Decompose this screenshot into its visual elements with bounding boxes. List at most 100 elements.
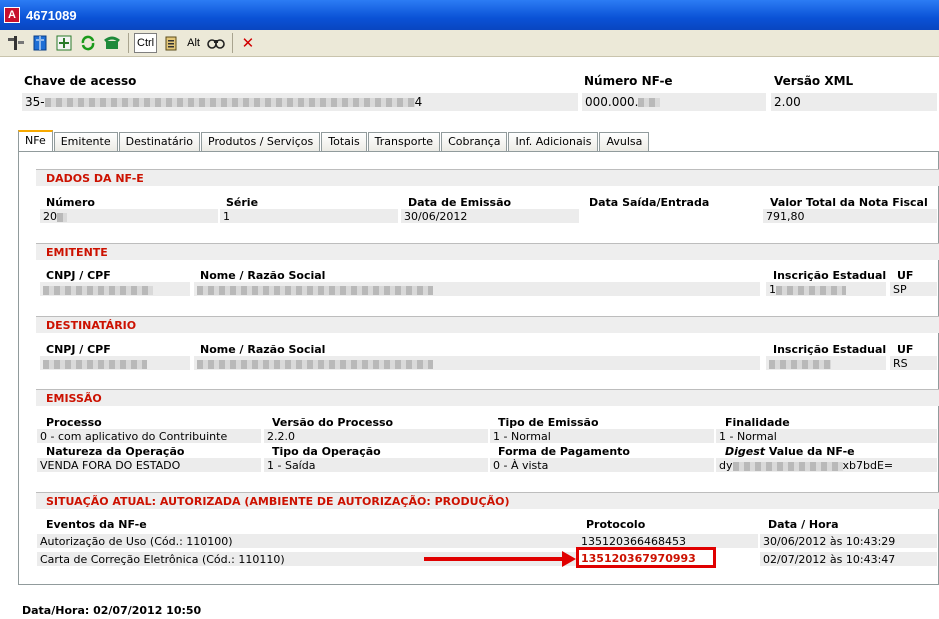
tab-totais[interactable]: Totais — [321, 132, 367, 151]
destinatario-ie-field — [766, 356, 886, 370]
tipo-operacao-field: 1 - Saída — [264, 458, 488, 472]
protocolo-header: Protocolo — [586, 518, 646, 531]
app-icon: A — [4, 7, 20, 23]
redacted-block — [44, 98, 415, 107]
section-emitente-header: EMITENTE — [36, 243, 939, 260]
destinatario-cnpj-label: CNPJ / CPF — [46, 343, 111, 356]
numero-nfe-label: Número NF-e — [584, 74, 673, 88]
emitente-cnpj-field — [40, 282, 190, 296]
processo-field: 0 - com aplicativo do Contribuinte — [37, 429, 261, 443]
evento-row-1-datahora: 30/06/2012 às 10:43:29 — [760, 534, 937, 548]
redacted-block — [57, 212, 67, 222]
section-emissao-header: EMISSÃO — [36, 389, 939, 406]
tab-avulsa[interactable]: Avulsa — [599, 132, 650, 151]
destinatario-ie-label: Inscrição Estadual — [773, 343, 887, 356]
section-situacao-header: SITUAÇÃO ATUAL: AUTORIZADA (AMBIENTE DE … — [36, 492, 939, 509]
versao-processo-label: Versão do Processo — [272, 416, 394, 429]
eventos-header: Eventos da NF-e — [46, 518, 147, 531]
data-emissao-label: Data de Emissão — [408, 196, 512, 209]
emitente-ie-field: 1 — [766, 282, 886, 296]
digest-value-label: Digest Value da NF-e — [725, 445, 855, 458]
emitente-nome-label: Nome / Razão Social — [200, 269, 326, 282]
annotation-arrow-line — [424, 557, 564, 561]
data-saida-field — [582, 209, 760, 223]
evento-row-1-name: Autorização de Uso (Cód.: 110100) — [37, 534, 578, 548]
data-saida-label: Data Saída/Entrada — [589, 196, 710, 209]
tipo-emissao-label: Tipo de Emissão — [498, 416, 599, 429]
numero-nfe-field: 000.000. — [582, 93, 766, 111]
data-emissao-field: 30/06/2012 — [401, 209, 579, 223]
destinatario-nome-field — [194, 356, 760, 370]
finalidade-field: 1 - Normal — [716, 429, 937, 443]
toolbar-separator — [128, 33, 129, 53]
versao-xml-field: 2.00 — [771, 93, 937, 111]
section-destinatario-header: DESTINATÁRIO — [36, 316, 939, 333]
datahora-header: Data / Hora — [768, 518, 839, 531]
evento-row-2-datahora: 02/07/2012 às 10:43:47 — [760, 552, 937, 566]
close-icon[interactable]: ✕ — [238, 33, 258, 53]
digest-value-field: dy xb7bdE= — [716, 458, 937, 472]
tab-transporte[interactable]: Transporte — [367, 132, 441, 151]
tipo-operacao-label: Tipo da Operação — [272, 445, 381, 458]
window-title: 4671089 — [26, 7, 77, 23]
tab-emitente[interactable]: Emitente — [53, 132, 118, 151]
versao-processo-field: 2.2.0 — [264, 429, 488, 443]
destinatario-nome-label: Nome / Razão Social — [200, 343, 326, 356]
finalidade-label: Finalidade — [725, 416, 790, 429]
tipo-emissao-field: 1 - Normal — [490, 429, 714, 443]
phone-icon[interactable] — [102, 33, 122, 53]
numero-nfe-value: 000.000. — [585, 95, 639, 109]
title-bar: A 4671089 — [0, 0, 939, 30]
emitente-nome-field — [194, 282, 760, 296]
destinatario-cnpj-field — [40, 356, 190, 370]
emitente-uf-field: SP — [890, 282, 937, 296]
tab-cobranca[interactable]: Cobrança — [441, 132, 508, 151]
emitente-uf-label: UF — [897, 269, 914, 282]
digest-label-italic: Digest — [725, 445, 766, 458]
numero-field: 20 — [40, 209, 218, 223]
tab-produtos-servicos[interactable]: Produtos / Serviços — [201, 132, 321, 151]
redacted-block — [776, 285, 846, 295]
tools-icon[interactable] — [6, 33, 26, 53]
digest-value-end: xb7bdE= — [842, 459, 894, 472]
redacted-block — [197, 359, 433, 369]
numero-label: Número — [46, 196, 95, 209]
fit-icon[interactable] — [54, 33, 74, 53]
alt-button[interactable]: Alt — [185, 33, 202, 53]
evento-row-1-protocolo: 135120366468453 — [578, 534, 758, 548]
redacted-block — [769, 359, 831, 369]
serie-label: Série — [226, 196, 259, 209]
toolbar: Ctrl Alt ✕ — [0, 30, 939, 57]
book-icon[interactable] — [30, 33, 50, 53]
search-binoculars-icon[interactable] — [206, 33, 226, 53]
clipboard-icon[interactable] — [161, 33, 181, 53]
emitente-ie-label: Inscrição Estadual — [773, 269, 887, 282]
toolbar-separator-2 — [231, 33, 233, 53]
chave-label: Chave de acesso — [24, 74, 137, 88]
redacted-block — [732, 461, 843, 471]
natureza-operacao-label: Natureza da Operação — [46, 445, 185, 458]
emitente-cnpj-label: CNPJ / CPF — [46, 269, 111, 282]
numero-value: 20 — [43, 210, 57, 223]
destinatario-uf-field: RS — [890, 356, 937, 370]
footer-datahora: Data/Hora: 02/07/2012 10:50 — [22, 604, 202, 617]
refresh-icon[interactable] — [78, 33, 98, 53]
digest-value-start: dy — [719, 459, 733, 472]
tab-destinatario[interactable]: Destinatário — [118, 132, 201, 151]
natureza-operacao-field: VENDA FORA DO ESTADO — [37, 458, 261, 472]
digest-label-rest: Value da NF-e — [765, 445, 855, 458]
chave-value-end: 4 — [414, 95, 423, 109]
section-dados-header: DADOS DA NF-E — [36, 169, 939, 186]
ctrl-toggle-button[interactable]: Ctrl — [134, 33, 158, 53]
emitente-ie-value: 1 — [769, 283, 776, 296]
redacted-block — [197, 285, 433, 295]
tab-nfe[interactable]: NFe — [18, 130, 53, 151]
serie-field: 1 — [220, 209, 398, 223]
annotation-arrow-head — [562, 551, 576, 567]
redacted-block — [43, 359, 147, 369]
versao-xml-label: Versão XML — [774, 74, 854, 88]
valor-total-field: 791,80 — [763, 209, 937, 223]
destinatario-uf-label: UF — [897, 343, 914, 356]
tab-inf-adicionais[interactable]: Inf. Adicionais — [508, 132, 599, 151]
valor-total-label: Valor Total da Nota Fiscal — [770, 196, 928, 209]
